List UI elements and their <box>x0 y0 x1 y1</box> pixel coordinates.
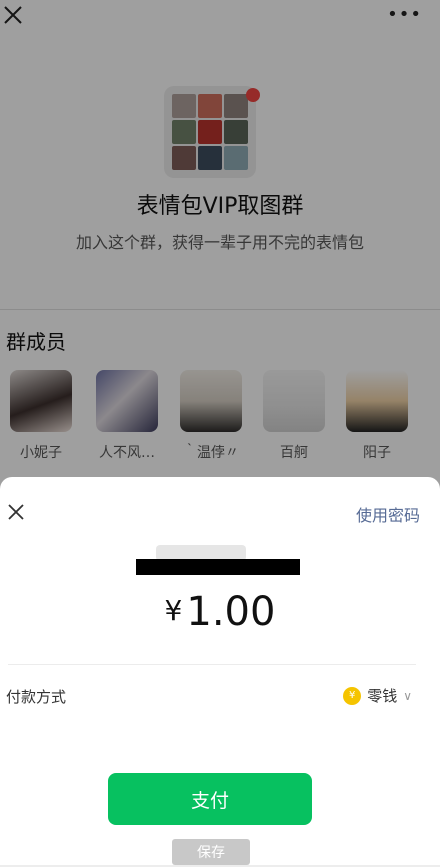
amount-value: 1.00 <box>186 589 276 635</box>
currency-symbol: ¥ <box>164 594 183 627</box>
payment-method-selector[interactable]: ¥ 零钱 ∨ <box>343 685 412 706</box>
merchant-name-redacted <box>136 559 300 575</box>
payment-method-label: 付款方式 <box>6 688 67 706</box>
chevron-down-icon: ∨ <box>403 688 412 703</box>
payment-amount: ¥1.00 <box>0 589 440 635</box>
save-button[interactable]: 保存 <box>172 839 250 865</box>
coin-icon: ¥ <box>343 686 362 705</box>
payment-sheet: 使用密码 ¥1.00 付款方式 ¥ 零钱 ∨ 支付 保存 <box>0 477 440 865</box>
payment-method-value: 零钱 <box>367 687 398 705</box>
pay-button[interactable]: 支付 <box>108 773 312 825</box>
close-icon[interactable] <box>6 502 26 522</box>
divider <box>8 664 416 665</box>
use-password-link[interactable]: 使用密码 <box>356 502 420 526</box>
